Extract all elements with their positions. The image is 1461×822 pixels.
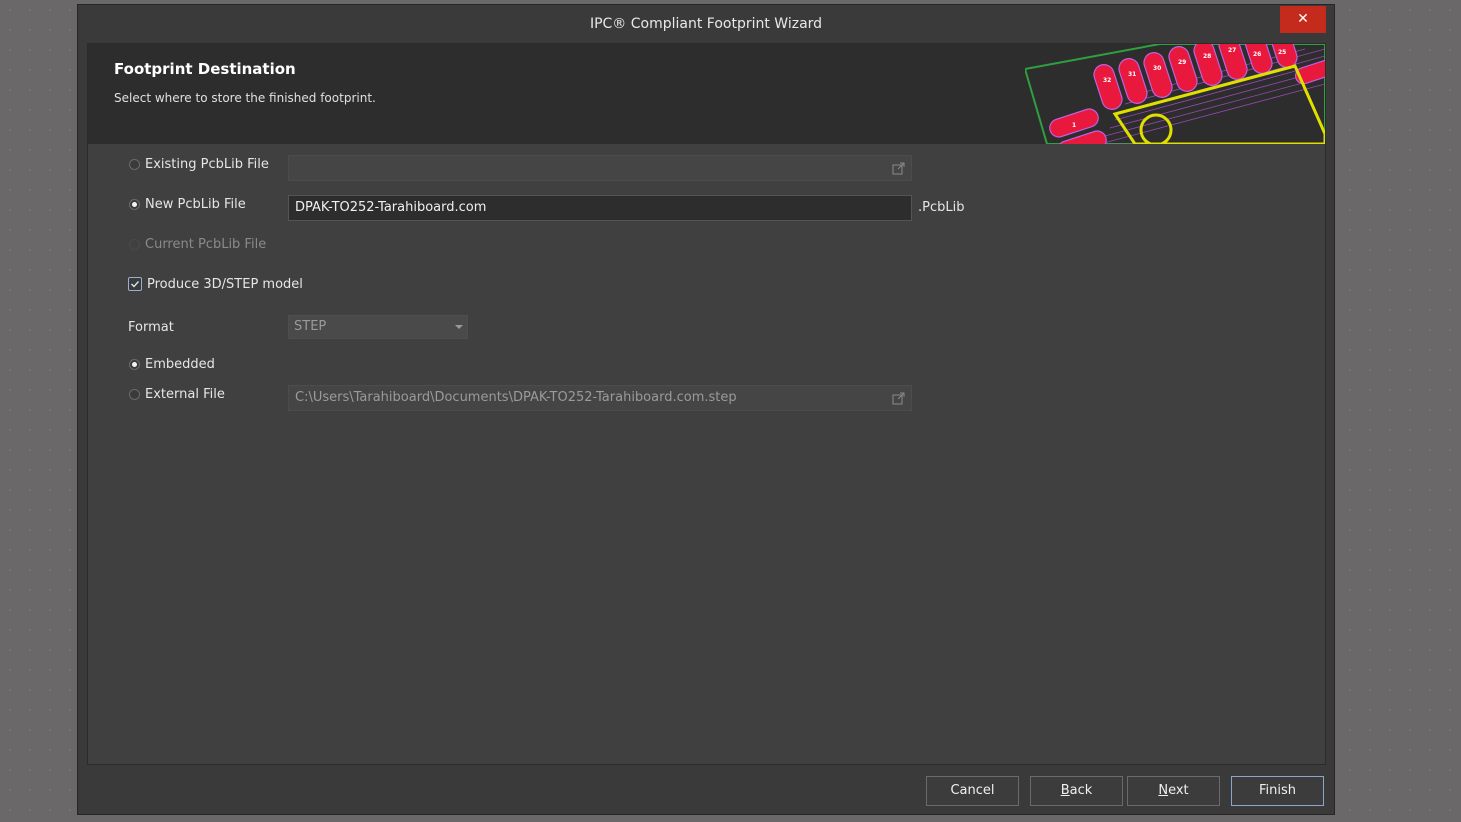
pad-label: 29: [1178, 59, 1186, 66]
produce-3d-step-checkbox[interactable]: [128, 277, 142, 291]
page-subtitle: Select where to store the finished footp…: [114, 91, 376, 105]
produce-3d-step-label: Produce 3D/STEP model: [147, 277, 303, 292]
browse-folder-icon[interactable]: [892, 392, 905, 405]
title-bar: IPC® Compliant Footprint Wizard: [78, 5, 1334, 43]
external-file-path-field[interactable]: C:\Users\Tarahiboard\Documents\DPAK-TO25…: [288, 385, 912, 411]
format-label: Format: [128, 320, 174, 335]
wizard-window: IPC® Compliant Footprint Wizard ✕ Footpr…: [77, 4, 1335, 815]
existing-pcblib-radio[interactable]: [129, 159, 140, 170]
pad-label: 1: [1072, 122, 1076, 129]
pcblib-extension-label: .PcbLib: [918, 200, 965, 215]
existing-pcblib-path-field[interactable]: [288, 155, 912, 181]
close-icon: ✕: [1297, 11, 1309, 27]
new-pcblib-name-input[interactable]: DPAK-TO252-Tarahiboard.com: [288, 195, 912, 221]
back-label: ack: [1069, 783, 1093, 798]
existing-pcblib-label: Existing PcbLib File: [145, 157, 269, 172]
pad-label: 31: [1128, 71, 1136, 78]
wizard-page: Footprint Destination Select where to st…: [87, 43, 1326, 765]
next-button[interactable]: Next: [1127, 776, 1220, 806]
format-select[interactable]: STEP: [288, 315, 468, 339]
page-header: Footprint Destination Select where to st…: [88, 44, 1325, 144]
checkmark-icon: [131, 281, 140, 288]
current-pcblib-label: Current PcbLib File: [145, 237, 267, 252]
finish-button[interactable]: Finish: [1231, 776, 1324, 806]
pad-label: 27: [1228, 47, 1236, 54]
current-pcblib-radio[interactable]: [129, 239, 140, 250]
new-pcblib-label: New PcbLib File: [145, 197, 246, 212]
pad-label: 25: [1278, 49, 1286, 56]
close-button[interactable]: ✕: [1280, 6, 1326, 33]
page-title: Footprint Destination: [114, 60, 296, 78]
back-mnemonic: B: [1060, 783, 1070, 798]
pad-label: 26: [1253, 51, 1261, 58]
pad-label: 30: [1153, 65, 1161, 72]
external-file-label: External File: [145, 387, 225, 402]
browse-folder-icon[interactable]: [892, 162, 905, 175]
pad-label: 32: [1103, 77, 1111, 84]
window-title: IPC® Compliant Footprint Wizard: [589, 16, 823, 32]
next-label: ext: [1168, 783, 1189, 798]
next-mnemonic: N: [1158, 783, 1169, 798]
cancel-button[interactable]: Cancel: [926, 776, 1019, 806]
new-pcblib-radio[interactable]: [129, 199, 140, 210]
back-button[interactable]: Back: [1030, 776, 1123, 806]
external-file-path-value: C:\Users\Tarahiboard\Documents\DPAK-TO25…: [295, 390, 737, 405]
footprint-illustration-icon: 32 31 30 29 28 27 26 25 1: [1025, 44, 1325, 144]
external-file-radio[interactable]: [129, 389, 140, 400]
format-selected-value: STEP: [294, 319, 327, 334]
new-pcblib-name-value: DPAK-TO252-Tarahiboard.com: [295, 200, 487, 215]
embedded-radio[interactable]: [129, 359, 140, 370]
pad-label: 28: [1203, 53, 1211, 60]
chevron-down-icon: [455, 325, 463, 329]
embedded-label: Embedded: [145, 357, 215, 372]
